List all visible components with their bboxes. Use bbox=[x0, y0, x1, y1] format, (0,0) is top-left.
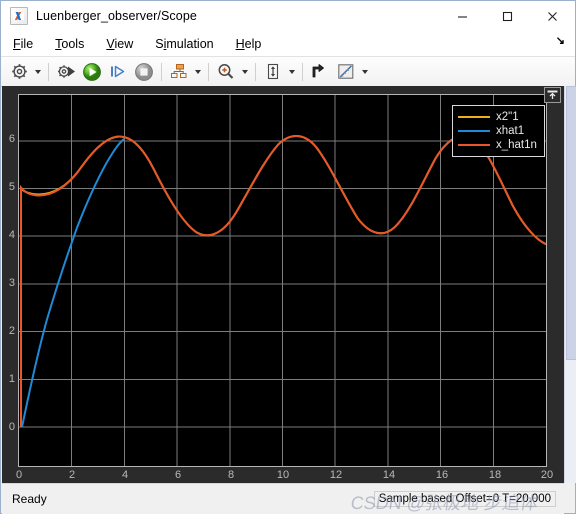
scrollbar-thumb[interactable] bbox=[566, 86, 576, 360]
step-forward-button[interactable] bbox=[106, 60, 130, 84]
series-x2-1-line bbox=[19, 134, 546, 428]
maximize-button[interactable] bbox=[485, 1, 530, 31]
series-x-hat1n-line bbox=[19, 134, 546, 428]
run-debug-icon bbox=[58, 65, 75, 78]
toolbar-separator bbox=[48, 62, 49, 81]
legend[interactable]: x2"1 xhat1 x_hat1n bbox=[452, 105, 545, 157]
dock-button[interactable] bbox=[544, 87, 561, 103]
legend-swatch-x2-1 bbox=[458, 116, 490, 118]
x-tick-4: 4 bbox=[121, 469, 129, 481]
style-icon bbox=[312, 64, 324, 78]
y-axis-tick-labels: 6 5 4 3 2 1 0 bbox=[2, 94, 17, 467]
matlab-scope-icon bbox=[10, 7, 28, 25]
run-debug-button[interactable] bbox=[54, 60, 78, 84]
autoscale-dropdown-arrow-icon[interactable] bbox=[289, 69, 295, 74]
vertical-scrollbar[interactable] bbox=[564, 86, 576, 483]
toolbar-separator bbox=[302, 62, 303, 81]
menu-bar: File Tools View Simulation Help ↘ bbox=[1, 31, 575, 57]
legend-item-xhat1[interactable]: xhat1 bbox=[458, 124, 537, 138]
menu-tools-rest: ools bbox=[61, 36, 85, 51]
x-tick-18: 18 bbox=[488, 469, 502, 481]
legend-swatch-x-hat1n bbox=[458, 144, 490, 146]
menu-help-rest: elp bbox=[244, 36, 262, 51]
menu-help-mnemonic: H bbox=[235, 36, 245, 51]
signal-selector-button[interactable] bbox=[167, 60, 191, 84]
window-controls bbox=[440, 1, 575, 31]
measurements-icon bbox=[338, 64, 354, 79]
status-info-text: Sample based Offset=0 T=20.000 bbox=[373, 491, 556, 507]
menu-simulation-pre: S bbox=[155, 36, 164, 51]
y-tick-4: 4 bbox=[8, 229, 15, 241]
menu-view-rest: iew bbox=[114, 36, 134, 51]
y-tick-2: 2 bbox=[8, 325, 15, 337]
legend-item-x2-1[interactable]: x2"1 bbox=[458, 110, 537, 124]
legend-swatch-xhat1 bbox=[458, 130, 490, 132]
legend-label-x-hat1n: x_hat1n bbox=[496, 139, 537, 151]
y-tick-6: 6 bbox=[8, 133, 15, 145]
zoom-in-button[interactable] bbox=[214, 60, 238, 84]
x-tick-16: 16 bbox=[435, 469, 449, 481]
menu-view[interactable]: View bbox=[96, 34, 143, 54]
y-tick-3: 3 bbox=[8, 277, 15, 289]
scope-display-area: 6 5 4 3 2 1 0 x2"1 xhat1 x_hat1n 0 2 4 6… bbox=[2, 86, 564, 483]
x-tick-0: 0 bbox=[15, 469, 23, 481]
plot-area[interactable]: x2"1 xhat1 x_hat1n bbox=[18, 94, 547, 467]
status-ready-text: Ready bbox=[12, 492, 47, 506]
x-tick-2: 2 bbox=[68, 469, 76, 481]
stop-button[interactable] bbox=[132, 60, 156, 84]
menu-overflow-arrow-icon[interactable]: ↘ bbox=[556, 36, 565, 47]
menu-help[interactable]: Help bbox=[226, 34, 272, 54]
menu-simulation[interactable]: Simulation bbox=[145, 34, 223, 54]
status-bar: Ready Sample based Offset=0 T=20.000 bbox=[2, 483, 564, 514]
x-tick-8: 8 bbox=[227, 469, 235, 481]
menu-file-mnemonic: F bbox=[13, 36, 21, 51]
minimize-button[interactable] bbox=[440, 1, 485, 31]
configuration-properties-icon bbox=[12, 64, 27, 79]
toolbar-separator bbox=[161, 62, 162, 81]
x-tick-6: 6 bbox=[174, 469, 182, 481]
menu-tools[interactable]: Tools bbox=[45, 34, 94, 54]
step-forward-icon bbox=[111, 65, 125, 78]
menu-file[interactable]: File bbox=[3, 34, 43, 54]
zoom-dropdown-arrow-icon[interactable] bbox=[242, 69, 248, 74]
scope-window: Luenberger_observer/Scope File Tools Vie… bbox=[0, 0, 576, 514]
x-tick-12: 12 bbox=[329, 469, 343, 481]
toolbar-separator bbox=[208, 62, 209, 81]
x-tick-10: 10 bbox=[276, 469, 290, 481]
y-tick-1: 1 bbox=[8, 373, 15, 385]
signal-selector-dropdown-arrow-icon[interactable] bbox=[195, 69, 201, 74]
menu-simulation-rest: mulation bbox=[166, 36, 214, 51]
x-tick-14: 14 bbox=[382, 469, 396, 481]
window-title: Luenberger_observer/Scope bbox=[36, 9, 197, 23]
configuration-dropdown-arrow-icon[interactable] bbox=[35, 69, 41, 74]
legend-item-x-hat1n[interactable]: x_hat1n bbox=[458, 138, 537, 152]
autoscale-button[interactable] bbox=[261, 60, 285, 84]
style-button[interactable] bbox=[308, 60, 332, 84]
close-button[interactable] bbox=[530, 1, 575, 31]
y-tick-5: 5 bbox=[8, 181, 15, 193]
y-tick-0: 0 bbox=[8, 421, 15, 433]
measurements-button[interactable] bbox=[334, 60, 358, 84]
autoscale-icon bbox=[267, 63, 279, 80]
dock-arrow-icon bbox=[547, 90, 558, 99]
series-xhat1-line bbox=[21, 137, 126, 428]
menu-file-rest: ile bbox=[20, 36, 34, 51]
stop-icon bbox=[135, 62, 153, 81]
title-bar: Luenberger_observer/Scope bbox=[1, 1, 575, 31]
toolbar-separator bbox=[255, 62, 256, 81]
configuration-properties-button[interactable] bbox=[8, 60, 31, 84]
toolbar bbox=[1, 57, 575, 87]
run-icon bbox=[83, 62, 101, 81]
x-tick-20: 20 bbox=[540, 469, 554, 481]
measurements-dropdown-arrow-icon[interactable] bbox=[362, 69, 368, 74]
zoom-in-icon bbox=[218, 64, 234, 79]
legend-label-xhat1: xhat1 bbox=[496, 125, 525, 137]
run-button[interactable] bbox=[80, 60, 104, 84]
legend-label-x2-1: x2"1 bbox=[496, 111, 519, 123]
signal-selector-icon bbox=[171, 64, 187, 78]
